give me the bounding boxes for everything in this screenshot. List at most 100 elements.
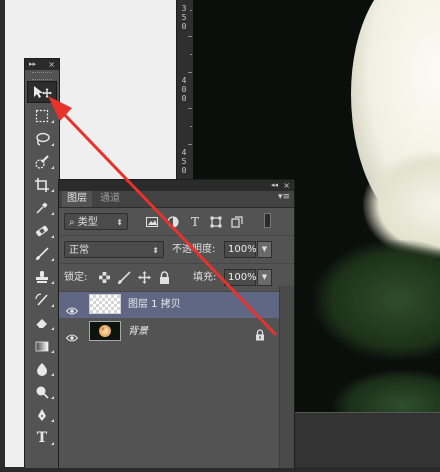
ruler-label-digit: 0: [181, 166, 187, 175]
fill-dropdown-button[interactable]: ▼: [257, 269, 272, 286]
opacity-input[interactable]: 100%: [224, 241, 257, 258]
tool-group-indicator: [51, 419, 54, 422]
history-brush-tool[interactable]: [27, 289, 57, 310]
ruler-tick: [188, 108, 192, 109]
workspace-background: [293, 412, 440, 467]
layer-thumbnail[interactable]: [89, 321, 121, 341]
pen-tool[interactable]: [27, 404, 57, 425]
window-edge: [0, 0, 5, 467]
layer-row[interactable]: 背景: [59, 319, 279, 345]
clone-stamp-tool[interactable]: [27, 266, 57, 287]
layer-name[interactable]: 背景: [128, 319, 148, 345]
eraser-icon: [35, 318, 47, 328]
brush-tool[interactable]: [27, 243, 57, 264]
panel-menu-icon[interactable]: ▾≡: [278, 192, 290, 202]
tool-group-indicator: [51, 212, 54, 215]
blend-row: 正常 ⬍ 不透明度: 100% ▼: [59, 236, 294, 264]
blur-icon: [37, 362, 47, 376]
eyedropper-icon: [36, 202, 48, 214]
ruler-label-digit: 5: [181, 157, 187, 166]
opacity-dropdown-button[interactable]: ▼: [257, 241, 272, 258]
blend-mode-value: 正常: [69, 245, 89, 256]
lock-row: 锁定: 填充: 100% ▼: [59, 264, 294, 292]
eye-icon[interactable]: [65, 300, 79, 319]
opacity-label: 不透明度:: [172, 244, 216, 255]
tool-group-indicator: [51, 304, 54, 307]
filter-type-dropdown[interactable]: ⌕ 类型 ⬍: [64, 213, 128, 230]
close-icon[interactable]: ×: [48, 59, 55, 70]
tools-panel-titlebar[interactable]: ▸▸ ×: [25, 59, 59, 70]
tool-group-indicator: [51, 189, 54, 192]
dodge-tool[interactable]: [27, 381, 57, 402]
tab-layers[interactable]: 图层: [62, 191, 92, 207]
eyedropper-tool[interactable]: [27, 197, 57, 218]
adjustment-filter-icon[interactable]: [166, 215, 180, 229]
type-tool[interactable]: T: [27, 427, 57, 448]
ruler-label-digit: 0: [181, 22, 187, 31]
crop-tool[interactable]: [27, 174, 57, 195]
lasso-tool[interactable]: [27, 128, 57, 149]
ruler-label-digit: 3: [181, 4, 187, 13]
tool-group-indicator: [51, 327, 54, 330]
eye-icon[interactable]: [65, 327, 79, 346]
type-filter-icon[interactable]: T: [188, 215, 202, 229]
bandage-icon: [36, 225, 48, 236]
filter-toggle-switch[interactable]: [264, 213, 271, 228]
lock-label: 锁定:: [64, 272, 88, 283]
brush-icon: [36, 246, 49, 260]
tool-group-indicator: [51, 120, 54, 123]
image-filter-icon[interactable]: [145, 215, 159, 229]
shape-filter-icon[interactable]: [209, 215, 223, 229]
blur-tool[interactable]: [27, 358, 57, 379]
layer-thumbnail[interactable]: [89, 294, 121, 314]
ruler-tick: [190, 126, 192, 127]
search-icon: ⌕: [69, 217, 75, 228]
layers-scrollbar[interactable]: [279, 286, 294, 468]
tool-group-indicator: [51, 442, 54, 445]
pen-icon: [38, 408, 46, 421]
move-tool[interactable]: [27, 81, 57, 103]
crop-icon: [35, 177, 49, 192]
collapse-icon[interactable]: ◂◂: [271, 180, 278, 191]
type-icon: T: [36, 429, 48, 446]
tool-group-indicator: [51, 281, 54, 284]
tool-group-indicator: [51, 143, 54, 146]
quick-selection-tool[interactable]: [27, 151, 57, 172]
blend-mode-dropdown[interactable]: 正常 ⬍: [64, 241, 164, 258]
layer-row[interactable]: 图层 1 拷贝: [59, 292, 279, 318]
fill-input[interactable]: 100%: [224, 269, 257, 286]
tool-group-indicator: [51, 258, 54, 261]
dodge-icon: [36, 386, 49, 399]
spot-healing-brush-tool[interactable]: [27, 220, 57, 241]
tool-group-indicator: [51, 166, 54, 169]
filter-row: ⌕ 类型 ⬍ T: [59, 208, 294, 236]
ruler-tick: [188, 144, 192, 145]
eraser-tool[interactable]: [27, 312, 57, 333]
lock-transparency-icon[interactable]: [97, 270, 111, 284]
ruler-label-digit: 4: [181, 148, 187, 157]
layers-panel-titlebar[interactable]: ◂◂ ×: [59, 180, 294, 191]
stamp-icon: [36, 270, 48, 283]
lock-position-icon[interactable]: [137, 270, 151, 284]
history-brush-icon: [35, 292, 48, 306]
gradient-icon: [35, 341, 49, 351]
rectangular-marquee-tool[interactable]: [27, 105, 57, 126]
green-leaf: [313, 240, 440, 360]
panel-tabs: 图层 通道 ▾≡: [59, 191, 294, 208]
close-icon[interactable]: ×: [283, 180, 290, 191]
tools-panel: ▸▸ × T: [24, 58, 60, 468]
ruler-tick: [188, 72, 192, 73]
layer-name[interactable]: 图层 1 拷贝: [128, 292, 181, 318]
filter-type-label: 类型: [77, 217, 98, 228]
lock-pixels-icon[interactable]: [117, 270, 131, 284]
tool-group-indicator: [51, 396, 54, 399]
smart-object-filter-icon[interactable]: [230, 215, 244, 229]
drag-grip[interactable]: [32, 72, 52, 80]
gradient-tool[interactable]: [27, 335, 57, 356]
collapse-icon[interactable]: ▸▸: [29, 59, 36, 70]
lock-all-icon[interactable]: [157, 270, 171, 284]
quick-selection-icon: [35, 154, 49, 169]
tab-channels[interactable]: 通道: [95, 191, 125, 207]
ruler-label-digit: 0: [181, 94, 187, 103]
ruler-label-digit: 5: [181, 13, 187, 22]
